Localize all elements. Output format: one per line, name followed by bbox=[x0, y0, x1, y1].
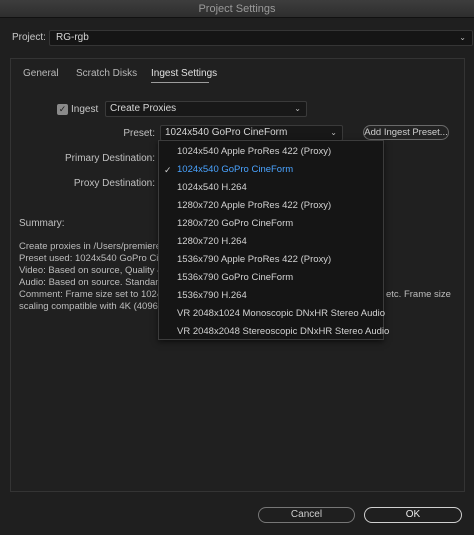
project-row: Project: RG-rgb ⌄ bbox=[12, 30, 473, 46]
preset-value: 1024x540 GoPro CineForm bbox=[165, 127, 288, 138]
project-settings-window: Project Settings Project: RG-rgb ⌄ Gener… bbox=[0, 0, 474, 535]
add-ingest-preset-button[interactable]: Add Ingest Preset... bbox=[363, 125, 449, 140]
ingest-checkbox-label: Ingest bbox=[71, 104, 99, 115]
chevron-down-icon: ⌄ bbox=[294, 104, 301, 113]
checkmark-icon: ✓ bbox=[164, 165, 172, 175]
tab-scratch-disks[interactable]: Scratch Disks bbox=[76, 68, 137, 79]
preset-menu-item[interactable]: 1280x720 H.264 bbox=[159, 233, 383, 251]
preset-menu-item[interactable]: 1280x720 Apple ProRes 422 (Proxy) bbox=[159, 197, 383, 215]
chevron-down-icon: ⌄ bbox=[459, 33, 466, 42]
preset-menu-item[interactable]: 1024x540 H.264 bbox=[159, 179, 383, 197]
tab-general[interactable]: General bbox=[23, 68, 59, 79]
summary-line: scaling compatible with 4K (4096x2 bbox=[19, 301, 168, 312]
summary-line: Preset used: 1024x540 GoPro Cinef bbox=[19, 253, 172, 264]
summary-line: Audio: Based on source. Standard: U bbox=[19, 277, 176, 288]
summary-title: Summary: bbox=[19, 218, 65, 229]
cancel-button[interactable]: Cancel bbox=[258, 507, 355, 523]
preset-menu-item[interactable]: VR 2048x2048 Stereoscopic DNxHR Stereo A… bbox=[159, 323, 389, 341]
summary-comment-tail: etc. Frame size bbox=[386, 289, 451, 300]
proxy-destination-label: Proxy Destination: bbox=[73, 178, 155, 189]
summary-line: Create proxies in /Users/premierega bbox=[19, 241, 172, 252]
window-title: Project Settings bbox=[0, 0, 474, 18]
preset-menu-item-selected[interactable]: ✓ 1024x540 GoPro CineForm bbox=[159, 161, 383, 179]
ingest-mode-dropdown[interactable]: Create Proxies ⌄ bbox=[105, 101, 307, 117]
ingest-checkbox[interactable]: ✓ bbox=[57, 104, 68, 115]
preset-dropdown[interactable]: 1024x540 GoPro CineForm ⌄ bbox=[160, 125, 343, 141]
active-tab-indicator bbox=[151, 82, 209, 83]
preset-label: Preset: bbox=[123, 128, 155, 139]
primary-destination-label: Primary Destination: bbox=[64, 153, 155, 164]
project-select[interactable]: RG-rgb ⌄ bbox=[49, 30, 473, 46]
checkmark-icon: ✓ bbox=[58, 104, 67, 114]
summary-line: Comment: Frame size set to 1024x bbox=[19, 289, 167, 300]
ok-button[interactable]: OK bbox=[364, 507, 462, 523]
preset-dropdown-menu: 1024x540 Apple ProRes 422 (Proxy) ✓ 1024… bbox=[158, 140, 389, 341]
preset-menu-item[interactable]: 1536x790 GoPro CineForm bbox=[159, 269, 383, 287]
summary-line: Video: Based on source, Quality 4, C bbox=[19, 265, 175, 276]
tab-ingest-settings[interactable]: Ingest Settings bbox=[151, 68, 217, 79]
project-value: RG-rgb bbox=[56, 32, 89, 43]
ingest-mode-value: Create Proxies bbox=[110, 103, 177, 114]
preset-menu-item[interactable]: 1536x790 Apple ProRes 422 (Proxy) bbox=[159, 251, 383, 269]
chevron-down-icon: ⌄ bbox=[330, 128, 337, 137]
preset-menu-item[interactable]: 1024x540 Apple ProRes 422 (Proxy) bbox=[159, 143, 383, 161]
project-label: Project: bbox=[12, 32, 46, 43]
preset-menu-item[interactable]: 1536x790 H.264 bbox=[159, 287, 383, 305]
preset-menu-item[interactable]: 1280x720 GoPro CineForm bbox=[159, 215, 383, 233]
preset-menu-item[interactable]: VR 2048x1024 Monoscopic DNxHR Stereo Aud… bbox=[159, 305, 385, 323]
